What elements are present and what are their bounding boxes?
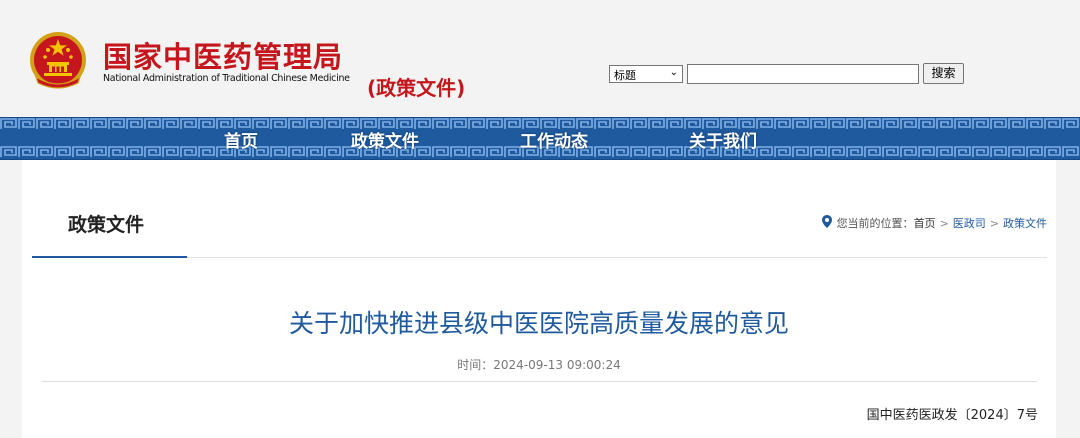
breadcrumb-separator: > bbox=[989, 216, 999, 230]
breadcrumb-item-medical-dept[interactable]: 医政司 bbox=[953, 215, 986, 231]
content-panel: 政策文件 您当前的位置： 首页 > 医政司 > 政策文件 关于加快推进县级中医医… bbox=[22, 160, 1056, 438]
search-button[interactable]: 搜索 bbox=[923, 63, 964, 84]
search-input[interactable] bbox=[687, 64, 919, 84]
search-field-selected-value: 标题 bbox=[614, 69, 636, 82]
article-divider bbox=[42, 381, 1037, 382]
chevron-down-icon: ⌄ bbox=[669, 67, 678, 78]
document-number: 国中医药医政发〔2024〕7号 bbox=[866, 408, 1038, 423]
breadcrumb-item-home[interactable]: 首页 bbox=[914, 215, 936, 231]
tab-policy-documents[interactable]: 政策文件 bbox=[68, 210, 144, 237]
article-title: 关于加快推进县级中医医院高质量发展的意见 bbox=[288, 309, 789, 338]
breadcrumb-item-policy-documents[interactable]: 政策文件 bbox=[1003, 215, 1047, 231]
section-tag: (政策文件) bbox=[367, 76, 466, 100]
tab-active-underline bbox=[32, 256, 187, 258]
breadcrumb: 您当前的位置： 首页 > 医政司 > 政策文件 bbox=[821, 215, 1047, 231]
nav-item-about-us[interactable]: 关于我们 bbox=[689, 127, 757, 152]
search-field-select[interactable]: 标题 ⌄ bbox=[609, 65, 683, 83]
national-emblem-icon[interactable] bbox=[26, 29, 90, 93]
nav-item-work-updates[interactable]: 工作动态 bbox=[520, 127, 588, 152]
site-name-chinese[interactable]: 国家中医药管理局 bbox=[103, 34, 343, 76]
main-nav: 首页 政策文件 工作动态 关于我们 bbox=[0, 117, 1080, 160]
breadcrumb-prefix: 您当前的位置： bbox=[836, 217, 914, 230]
nav-item-home[interactable]: 首页 bbox=[224, 127, 258, 152]
article-publish-time: 时间：2024-09-13 09:00:24 bbox=[457, 358, 621, 372]
location-pin-icon bbox=[821, 215, 832, 231]
nav-item-policy-documents[interactable]: 政策文件 bbox=[351, 127, 419, 152]
site-header: 国家中医药管理局 National Administration of Trad… bbox=[0, 0, 1080, 117]
breadcrumb-separator: > bbox=[939, 216, 949, 230]
site-name-english[interactable]: National Administration of Traditional C… bbox=[103, 73, 350, 84]
